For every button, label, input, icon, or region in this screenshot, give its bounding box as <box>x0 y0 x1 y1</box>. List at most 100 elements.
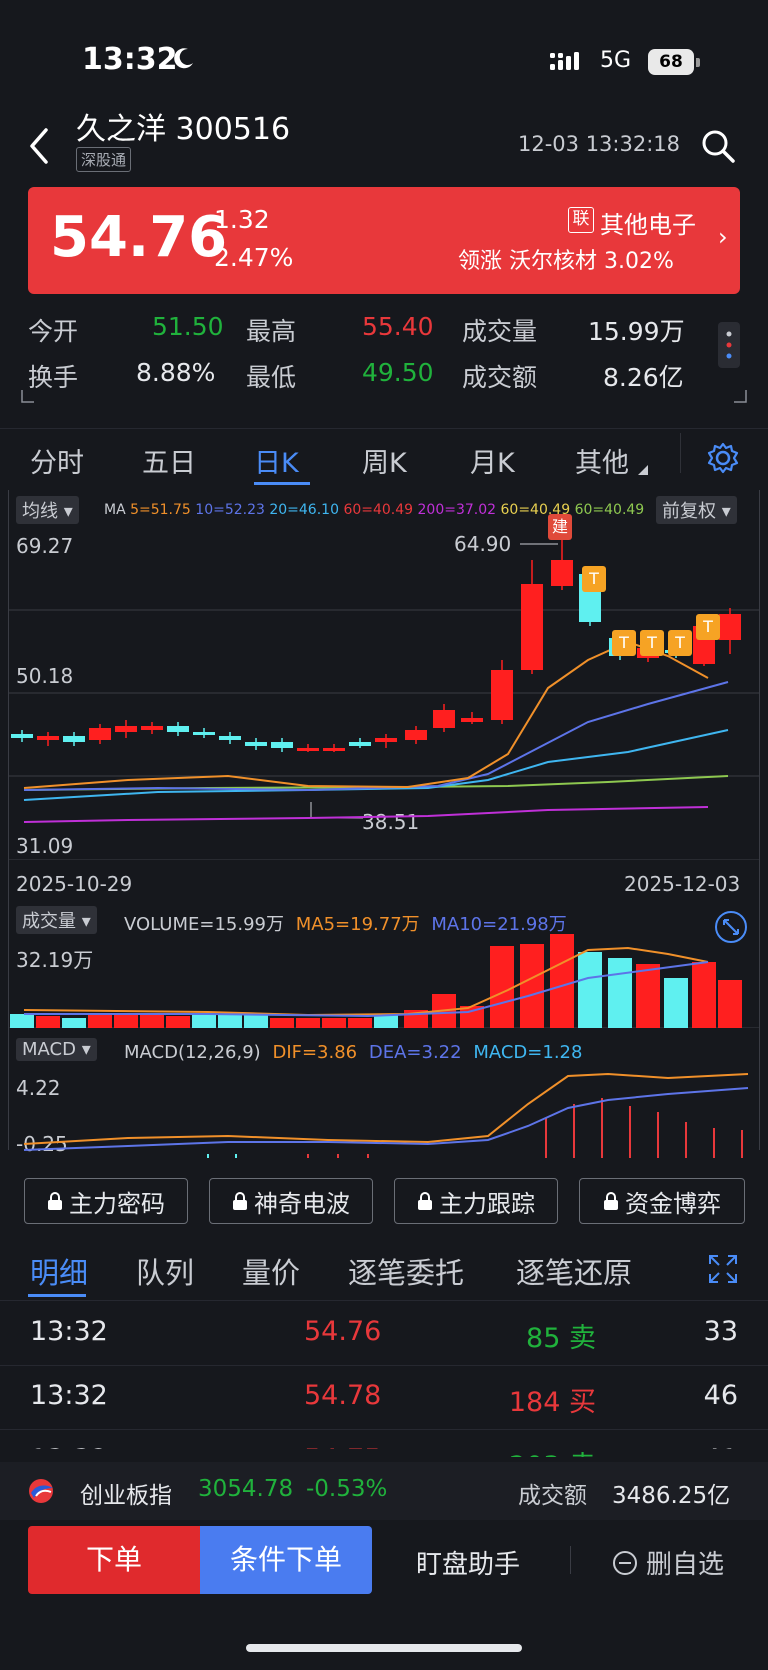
volume-bar <box>578 952 602 1028</box>
candle-body <box>375 738 397 742</box>
subtab-order-by-order[interactable]: 逐笔委托 <box>348 1250 464 1292</box>
quote-card[interactable]: 54.76 1.32 2.47% 联 其他电子 领涨 沃尔核材 3.02% › <box>28 187 740 294</box>
subtab-queue[interactable]: 队列 <box>136 1250 194 1292</box>
volume-bar <box>550 934 574 1028</box>
tab-five-day[interactable]: 五日 <box>142 441 196 480</box>
volume-bar <box>718 980 742 1028</box>
remove-watchlist-button[interactable]: 删自选 <box>612 1544 724 1581</box>
linked-badge: 联 <box>568 207 594 233</box>
index-logo-icon <box>29 1479 53 1503</box>
macd-legend: MACD(12,26,9) DIF=3.86 DEA=3.22 MACD=1.2… <box>124 1042 582 1063</box>
moon-icon <box>174 48 193 69</box>
tab-weekly-k[interactable]: 周K <box>362 441 407 480</box>
volume-bar <box>192 1014 216 1028</box>
sector-leader: 领涨 沃尔核材 3.02% <box>458 249 674 274</box>
t-marker[interactable]: T <box>696 614 720 640</box>
jian-marker[interactable]: 建 <box>548 514 572 540</box>
candle-body <box>433 710 455 728</box>
back-arrow-icon[interactable] <box>24 126 54 166</box>
place-order-button[interactable]: 下单 <box>28 1526 200 1594</box>
t-marker[interactable]: T <box>640 630 664 656</box>
turnover-value: 8.88% <box>136 358 216 387</box>
candle-body <box>271 742 293 748</box>
subtab-trade-restore[interactable]: 逐笔还原 <box>516 1250 632 1292</box>
trade-time: 13:32 <box>30 1316 108 1347</box>
date-start: 2025-10-29 <box>16 872 133 896</box>
index-bar[interactable]: 创业板指 3054.78 -0.53% 成交额 3486.25亿 <box>0 1462 768 1520</box>
volume-ma10-line <box>24 961 709 1018</box>
trade-volume: 85 卖 <box>526 1323 596 1354</box>
volume-bar <box>36 1016 60 1028</box>
watch-assistant-button[interactable]: 盯盘助手 <box>416 1544 520 1581</box>
candle-body <box>11 734 33 738</box>
divider <box>0 1300 768 1301</box>
trade-price: 54.76 <box>304 1316 382 1347</box>
volume-bar <box>296 1018 320 1028</box>
macd-selector-label: MACD <box>22 1039 76 1060</box>
candle-body <box>89 728 111 740</box>
period-tabs: 分时 五日 日K 周K 月K 其他 <box>0 428 768 488</box>
trade-volume: 184 买 <box>508 1387 596 1418</box>
candle-body <box>141 726 163 730</box>
volume-bar <box>88 1014 112 1028</box>
candle-body <box>349 742 371 746</box>
candle-body <box>193 732 215 735</box>
t-marker[interactable]: T <box>612 630 636 656</box>
status-bar: 13:32 5G 68 <box>0 0 768 110</box>
settings-gear-icon[interactable] <box>706 441 740 475</box>
main-force-track-button[interactable]: 主力跟踪 <box>394 1178 558 1224</box>
index-amount: 3486.25亿 <box>612 1483 731 1509</box>
quote-datetime: 12-03 13:32:18 <box>518 132 681 156</box>
main-force-code-button[interactable]: 主力密码 <box>24 1178 188 1224</box>
index-value: 3054.78 <box>198 1476 294 1502</box>
expand-corners-icon[interactable] <box>20 388 748 406</box>
candle-body <box>37 736 59 740</box>
lock-icon <box>604 1192 618 1210</box>
candle-body <box>219 736 241 740</box>
subtab-volume-price[interactable]: 量价 <box>242 1250 300 1292</box>
feature-label: 资金博弈 <box>625 1189 721 1218</box>
t-marker[interactable]: T <box>582 566 606 592</box>
index-amount-label: 成交额 <box>518 1483 587 1509</box>
volume-bar <box>664 978 688 1028</box>
candle-body <box>405 730 427 740</box>
kline-chart[interactable] <box>8 490 760 860</box>
tab-other[interactable]: 其他 <box>575 441 629 480</box>
conditional-order-button[interactable]: 条件下单 <box>200 1526 372 1594</box>
candle-body <box>521 584 543 670</box>
candle-body <box>719 614 741 640</box>
volume-bar <box>636 964 660 1028</box>
subtab-detail[interactable]: 明细 <box>30 1250 88 1292</box>
volume-bar <box>140 1014 164 1028</box>
volume-chart <box>8 934 760 1028</box>
volume-bar <box>348 1018 372 1028</box>
date-end: 2025-12-03 <box>624 872 741 896</box>
lock-icon <box>48 1192 62 1210</box>
open-value: 51.50 <box>152 312 224 341</box>
feature-label: 神奇电波 <box>254 1189 350 1218</box>
tab-timeshare[interactable]: 分时 <box>30 441 84 480</box>
volume-bar <box>490 946 514 1028</box>
magic-wave-button[interactable]: 神奇电波 <box>209 1178 373 1224</box>
volume-bar <box>218 1014 242 1028</box>
fullscreen-icon[interactable] <box>708 1254 738 1284</box>
tab-monthly-k[interactable]: 月K <box>470 441 515 480</box>
search-icon[interactable] <box>700 128 736 164</box>
signal-icon <box>550 52 579 70</box>
t-marker[interactable]: T <box>668 630 692 656</box>
volume-bar <box>10 1014 34 1028</box>
more-stats-icon[interactable] <box>718 322 740 368</box>
price-change-percent: 2.47% <box>214 243 294 272</box>
last-price: 54.76 <box>50 205 228 270</box>
volume-bar <box>62 1018 86 1028</box>
feature-label: 主力跟踪 <box>439 1189 535 1218</box>
sector-name: 其他电子 <box>600 211 696 239</box>
macd-chart <box>23 1072 749 1158</box>
status-time: 13:32 <box>82 42 178 77</box>
volume-bar <box>114 1014 138 1028</box>
fund-game-button[interactable]: 资金博弈 <box>579 1178 745 1224</box>
tab-daily-k[interactable]: 日K <box>254 441 299 480</box>
open-label: 今开 <box>28 317 79 346</box>
minus-circle-icon <box>613 1550 637 1575</box>
macd-selector[interactable]: MACD ▾ <box>16 1038 97 1061</box>
